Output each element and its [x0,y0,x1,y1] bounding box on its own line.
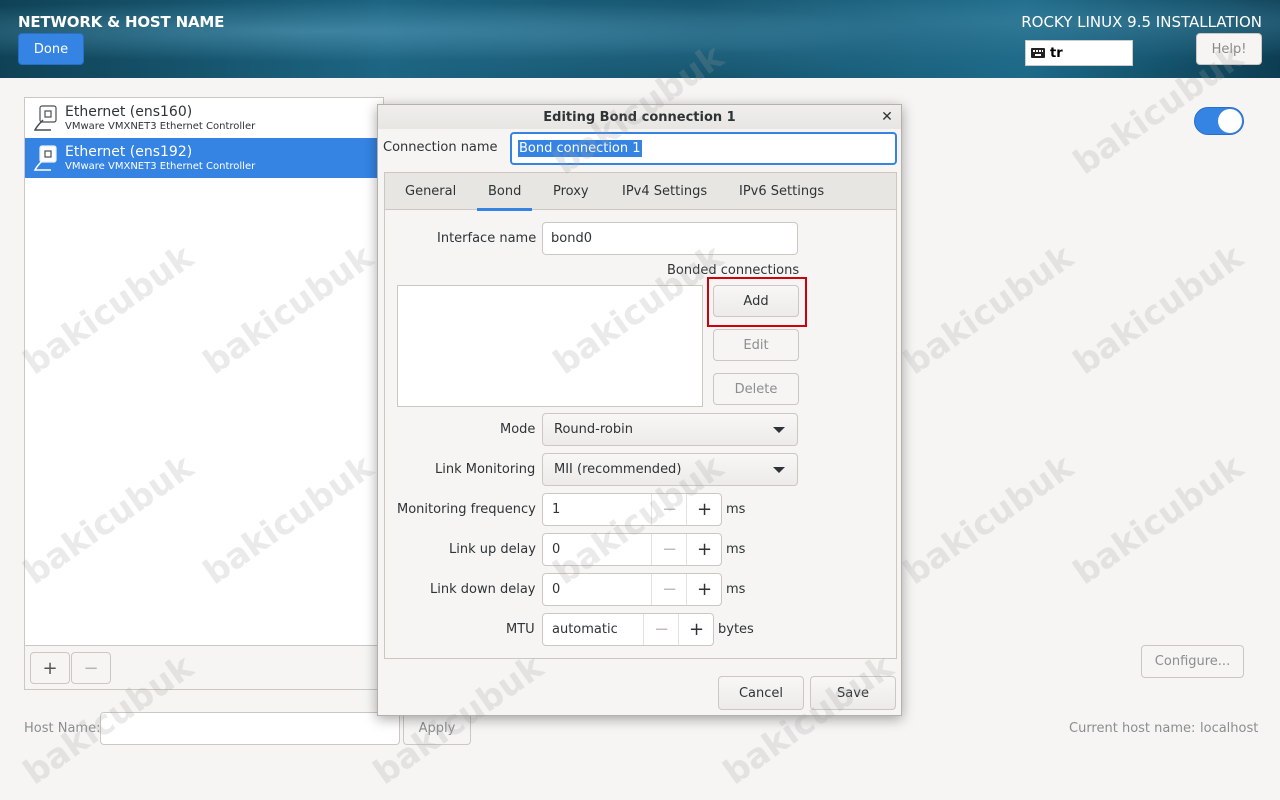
link-up-delay-value: 0 [552,542,561,557]
bonded-connections-list[interactable] [397,285,703,407]
increment-button[interactable]: + [678,614,714,645]
ethernet-icon [33,145,57,171]
page-title: NETWORK & HOST NAME [18,13,225,31]
device-item-ens192[interactable]: Ethernet (ens192) VMware VMXNET3 Etherne… [25,138,383,178]
configure-button[interactable]: Configure... [1141,645,1244,678]
interface-name-label: Interface name [437,231,537,246]
connection-name-input[interactable]: Bond connection 1 [510,132,897,165]
mtu-label: MTU [506,622,535,637]
increment-button[interactable]: + [686,494,722,525]
ethernet-icon [33,105,57,131]
link-up-delay-label: Link up delay [449,542,536,557]
decrement-button[interactable]: − [651,534,687,565]
link-monitoring-select[interactable]: MII (recommended) [542,453,798,486]
close-icon[interactable]: ✕ [879,107,895,127]
tab-ipv4-settings[interactable]: IPv4 Settings [622,173,707,210]
remove-device-button[interactable]: − [71,652,111,684]
device-item-ens160[interactable]: Ethernet (ens160) VMware VMXNET3 Etherne… [25,98,383,138]
decrement-button[interactable]: − [643,614,679,645]
link-down-delay-value: 0 [552,582,561,597]
apply-button[interactable]: Apply [403,712,471,745]
unit-label: ms [726,542,746,557]
tab-bond[interactable]: Bond [477,173,533,211]
toggle-knob [1218,109,1242,133]
current-host-label: Current host name: [1069,721,1196,736]
help-button[interactable]: Help! [1196,33,1262,65]
add-button-highlight [707,277,807,327]
edit-bond-dialog: Editing Bond connection 1 ✕ Connection n… [377,104,902,716]
cancel-button[interactable]: Cancel [718,676,804,710]
tab-general[interactable]: General [405,173,456,210]
connection-name-value: Bond connection 1 [518,140,642,157]
mode-select[interactable]: Round-robin [542,413,798,446]
link-monitoring-value: MII (recommended) [554,462,682,477]
mtu-stepper[interactable]: automatic − + [542,613,714,646]
delete-button[interactable]: Delete [713,373,799,405]
settings-notebook: General Bond Proxy IPv4 Settings IPv6 Se… [384,172,897,659]
dropdown-arrow-icon [773,467,785,473]
watermark-text: bakicubuk [1066,237,1251,383]
link-down-delay-label: Link down delay [430,582,536,597]
device-list-toolbar: + − [25,645,383,689]
decrement-button[interactable]: − [651,574,687,605]
save-button[interactable]: Save [810,676,896,710]
bonded-connections-label: Bonded connections [667,263,800,278]
monitoring-frequency-label: Monitoring frequency [397,502,536,517]
keyboard-layout-value: tr [1050,45,1063,61]
unit-label: bytes [718,622,754,637]
link-up-delay-stepper[interactable]: 0 − + [542,533,722,566]
device-desc: VMware VMXNET3 Ethernet Controller [65,160,256,172]
header-bar: NETWORK & HOST NAME Done ROCKY LINUX 9.5… [0,0,1280,78]
keyboard-icon [1031,48,1045,58]
watermark-text: bakicubuk [1066,447,1251,593]
done-button[interactable]: Done [18,33,84,65]
add-device-button[interactable]: + [30,652,70,684]
tab-bar: General Bond Proxy IPv4 Settings IPv6 Se… [385,173,896,211]
device-name: Ethernet (ens192) [65,143,193,160]
increment-button[interactable]: + [686,574,722,605]
device-name: Ethernet (ens160) [65,103,193,120]
mtu-value: automatic [552,622,618,637]
unit-label: ms [726,582,746,597]
increment-button[interactable]: + [686,534,722,565]
link-down-delay-stepper[interactable]: 0 − + [542,573,722,606]
product-title: ROCKY LINUX 9.5 INSTALLATION [1021,13,1262,31]
interface-name-input[interactable]: bond0 [542,222,798,255]
device-list: Ethernet (ens160) VMware VMXNET3 Etherne… [24,97,384,690]
device-desc: VMware VMXNET3 Ethernet Controller [65,120,256,132]
mode-value: Round-robin [554,422,633,437]
monitoring-frequency-value: 1 [552,502,561,517]
connection-name-label: Connection name [383,140,498,155]
edit-button[interactable]: Edit [713,329,799,361]
dropdown-arrow-icon [773,427,785,433]
watermark-text: bakicubuk [896,237,1081,383]
keyboard-layout-indicator[interactable]: tr [1025,40,1133,66]
monitoring-frequency-stepper[interactable]: 1 − + [542,493,722,526]
watermark-text: bakicubuk [896,447,1081,593]
link-monitoring-label: Link Monitoring [435,462,536,477]
tab-proxy[interactable]: Proxy [553,173,589,210]
host-name-label: Host Name: [24,721,101,736]
tab-ipv6-settings[interactable]: IPv6 Settings [739,173,824,210]
mode-label: Mode [500,422,536,437]
unit-label: ms [726,502,746,517]
dialog-title: Editing Bond connection 1 [378,105,901,129]
host-name-input[interactable] [100,712,400,745]
device-enable-toggle[interactable] [1194,107,1244,135]
decrement-button[interactable]: − [651,494,687,525]
current-host-value: localhost [1200,721,1259,736]
